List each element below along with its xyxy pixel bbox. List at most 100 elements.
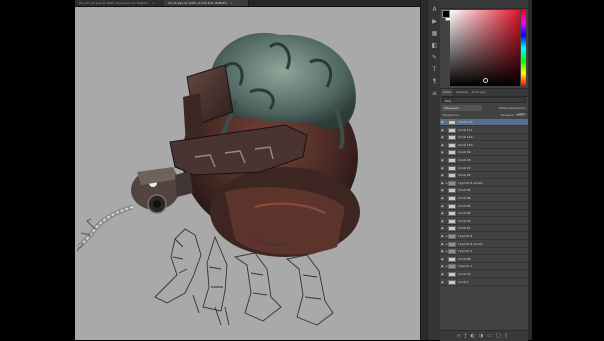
layer-row[interactable]: ◉ Слой 149 bbox=[440, 134, 528, 142]
eye-icon[interactable]: ◉ bbox=[441, 181, 445, 186]
eye-icon[interactable]: ◉ bbox=[441, 120, 445, 125]
layer-row[interactable]: ◉ Слой 151 bbox=[440, 127, 528, 134]
document-tab-2[interactable]: s5_05.psd @ 100% (Слой 153, RGB/8*) × bbox=[164, 0, 249, 6]
layer-row[interactable]: ◉ Слой 95 bbox=[440, 172, 528, 180]
layer-name: Слой 85 bbox=[458, 203, 471, 208]
layer-thumbnail bbox=[448, 256, 456, 262]
layer-row[interactable]: ◉ ▸ Группа 1 bbox=[440, 263, 528, 271]
layer-name: Группа 8 копия bbox=[458, 180, 483, 185]
close-icon[interactable]: × bbox=[152, 1, 155, 5]
layer-name: Слой 151 bbox=[458, 127, 473, 132]
layer-row[interactable]: ◉ Слой 93 bbox=[440, 157, 528, 164]
layer-row[interactable]: ◉ Слой 1 bbox=[440, 279, 528, 286]
eye-icon[interactable]: ◉ bbox=[441, 188, 445, 193]
eye-icon[interactable]: ◉ bbox=[441, 280, 445, 285]
right-letterbox bbox=[532, 0, 604, 340]
layer-row[interactable]: ◉ Слой 33 bbox=[440, 271, 528, 278]
layer-row[interactable]: ◉ Слой 92 bbox=[440, 165, 528, 172]
grid-icon[interactable]: ▦ bbox=[430, 30, 439, 38]
swatch-icon[interactable]: ◧ bbox=[430, 42, 439, 50]
play-icon[interactable]: ▶ bbox=[430, 18, 439, 26]
tab-label: s5_sol1_s0.psd @ 100% (Сургачи 14, RGB/8… bbox=[79, 1, 149, 5]
blend-mode-select[interactable]: Обычные bbox=[442, 105, 482, 111]
color-picker-cursor[interactable] bbox=[483, 78, 488, 83]
new-layer-icon[interactable]: □ bbox=[496, 333, 505, 339]
opacity-field[interactable]: Непрозрачность: 100% bbox=[490, 105, 526, 116]
layer-row[interactable]: ◉ Слой 99 bbox=[440, 149, 528, 157]
lock-label: Закрепить: bbox=[442, 113, 460, 117]
layer-row[interactable]: ◉ ▸ Группа 8 bbox=[440, 233, 528, 240]
layer-thumbnail bbox=[448, 165, 456, 171]
eye-icon[interactable]: ◉ bbox=[441, 219, 445, 224]
tab-paths[interactable]: Контуры bbox=[470, 89, 488, 96]
layer-thumbnail bbox=[448, 203, 456, 209]
tab-channels[interactable]: Каналы bbox=[454, 89, 470, 96]
fill-field[interactable]: Заливка: 100% bbox=[500, 112, 526, 118]
color-picker-field[interactable] bbox=[450, 10, 520, 86]
brush-icon[interactable]: ✎ bbox=[430, 54, 439, 62]
layer-row[interactable]: ◉ Слой 153 bbox=[440, 119, 528, 126]
eye-icon[interactable]: ◉ bbox=[441, 166, 445, 171]
folder-icon bbox=[448, 180, 456, 186]
eye-icon[interactable]: ◉ bbox=[441, 257, 445, 262]
eye-icon[interactable]: ◉ bbox=[441, 196, 445, 201]
trash-icon[interactable]: ▯ bbox=[505, 333, 512, 339]
layer-thumbnail bbox=[448, 188, 456, 194]
photoshop-window: s5_sol1_s0.psd @ 100% (Сургачи 14, RGB/8… bbox=[0, 0, 604, 341]
layer-name: Слой 95 bbox=[458, 173, 471, 178]
eye-icon[interactable]: ◉ bbox=[441, 226, 445, 231]
eye-icon[interactable]: ◉ bbox=[441, 150, 445, 155]
eye-icon[interactable]: ◉ bbox=[441, 128, 445, 133]
text-icon[interactable]: T bbox=[430, 66, 439, 74]
layer-row[interactable]: ◉ ▸ Группа 8 копия bbox=[440, 241, 528, 248]
paragraph-icon[interactable]: ¶ bbox=[430, 78, 439, 86]
character-icon[interactable]: A bbox=[430, 6, 439, 14]
layer-thumbnail bbox=[448, 158, 456, 163]
layer-name: Слой 88 bbox=[458, 256, 471, 261]
folder-icon[interactable]: ▭ bbox=[487, 333, 496, 339]
eye-icon[interactable]: ◉ bbox=[441, 135, 445, 140]
layer-row[interactable]: ◉ Слой 84 bbox=[440, 187, 528, 195]
layer-row[interactable]: ◉ Слой 86 bbox=[440, 195, 528, 202]
link-icon[interactable]: ∞ bbox=[457, 333, 465, 339]
layer-name: Слой 86 bbox=[458, 196, 471, 200]
layers-panel-tabs: Слои Каналы Контуры bbox=[440, 88, 528, 97]
foreground-color-swatch[interactable] bbox=[442, 10, 450, 18]
collapsed-panels-column: A ▶ ▦ ◧ ✎ T ¶ ≡ bbox=[427, 0, 441, 340]
document-tab-bar: s5_sol1_s0.psd @ 100% (Сургачи 14, RGB/8… bbox=[75, 0, 427, 7]
eye-icon[interactable]: ◉ bbox=[441, 249, 445, 254]
layer-thumbnail bbox=[448, 226, 456, 232]
eye-icon[interactable]: ◉ bbox=[441, 264, 445, 269]
mask-icon[interactable]: ◐ bbox=[470, 333, 478, 339]
adjust-icon[interactable]: ◑ bbox=[479, 333, 487, 339]
eye-icon[interactable]: ◉ bbox=[441, 211, 445, 216]
eye-icon[interactable]: ◉ bbox=[441, 173, 445, 178]
eye-icon[interactable]: ◉ bbox=[441, 242, 445, 247]
eye-icon[interactable]: ◉ bbox=[441, 204, 445, 209]
layer-row[interactable]: ◉ Слой 88 bbox=[440, 256, 528, 263]
layer-thumbnail bbox=[448, 142, 456, 148]
layer-row[interactable]: ◉ Слой 150 bbox=[440, 142, 528, 149]
eye-icon[interactable]: ◉ bbox=[441, 143, 445, 148]
document-tab-1[interactable]: s5_sol1_s0.psd @ 100% (Сургачи 14, RGB/8… bbox=[75, 0, 172, 6]
layer-filter-kind[interactable]: Вид bbox=[442, 97, 526, 103]
eye-icon[interactable]: ◉ bbox=[441, 158, 445, 163]
document-canvas[interactable] bbox=[75, 7, 420, 340]
hue-slider[interactable] bbox=[521, 10, 526, 86]
layer-row[interactable]: ◉ Слой 89 bbox=[440, 210, 528, 218]
close-icon[interactable]: × bbox=[230, 1, 233, 5]
layers-footer: ∞ƒ◐◑▭□▯ bbox=[440, 330, 528, 341]
layer-row[interactable]: ◉ Слой 85 bbox=[440, 203, 528, 210]
layer-row[interactable]: ◉ Слой 87 bbox=[440, 225, 528, 233]
eye-icon[interactable]: ◉ bbox=[441, 272, 445, 277]
layers-icon[interactable]: ≡ bbox=[430, 90, 439, 98]
layer-row[interactable]: ◉ ▸ Группа 8 копия bbox=[440, 180, 528, 187]
layer-row[interactable]: ◉ ▸ Группа 2 bbox=[440, 248, 528, 256]
eye-icon[interactable]: ◉ bbox=[441, 234, 445, 239]
layer-row[interactable]: ◉ Слой 90 bbox=[440, 218, 528, 225]
layer-name: Слой 87 bbox=[458, 226, 471, 231]
layers-list: ◉ Слой 153 ◉ Слой 151 ◉ Слой 149 ◉ Слой 150 ◉ Сло… bbox=[440, 119, 528, 289]
layer-thumbnail bbox=[448, 272, 456, 277]
tab-layers[interactable]: Слои bbox=[441, 89, 453, 96]
layer-thumbnail bbox=[448, 173, 456, 179]
